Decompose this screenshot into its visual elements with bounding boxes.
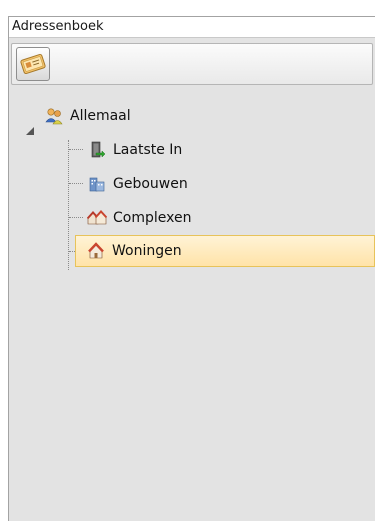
tree-node-allemaal[interactable]: Allemaal [44,103,131,129]
tree-node-woningen[interactable]: Woningen [75,235,375,267]
tree-connector [69,149,83,150]
tree-node-label: Laatste In [113,142,183,158]
collapse-toggle[interactable] [25,121,35,135]
tree-node-label: Complexen [113,210,192,226]
house-icon [88,242,104,259]
address-card-icon [20,53,46,75]
toolbar [11,43,373,85]
tree-node-laatste-in[interactable]: Laatste In [87,137,182,163]
buildings-icon [89,177,105,192]
tree-node-complexen[interactable]: Complexen [87,205,191,231]
tree-node-gebouwen[interactable]: Gebouwen [87,171,188,197]
door-in-icon [91,141,106,158]
houses-icon [87,210,107,225]
address-card-button[interactable] [16,47,50,81]
tree-node-label: Woningen [112,243,182,259]
tree-node-label: Allemaal [70,108,131,124]
people-icon [45,108,63,125]
tree-connector [69,183,83,184]
tree-node-label: Gebouwen [113,176,188,192]
panel-title: Adressenboek [9,17,375,38]
tree-connector [69,217,83,218]
address-book-panel: Adressenboek Allemaal Laatste In Gebouwe… [8,16,375,521]
expanded-triangle-icon [26,127,34,135]
